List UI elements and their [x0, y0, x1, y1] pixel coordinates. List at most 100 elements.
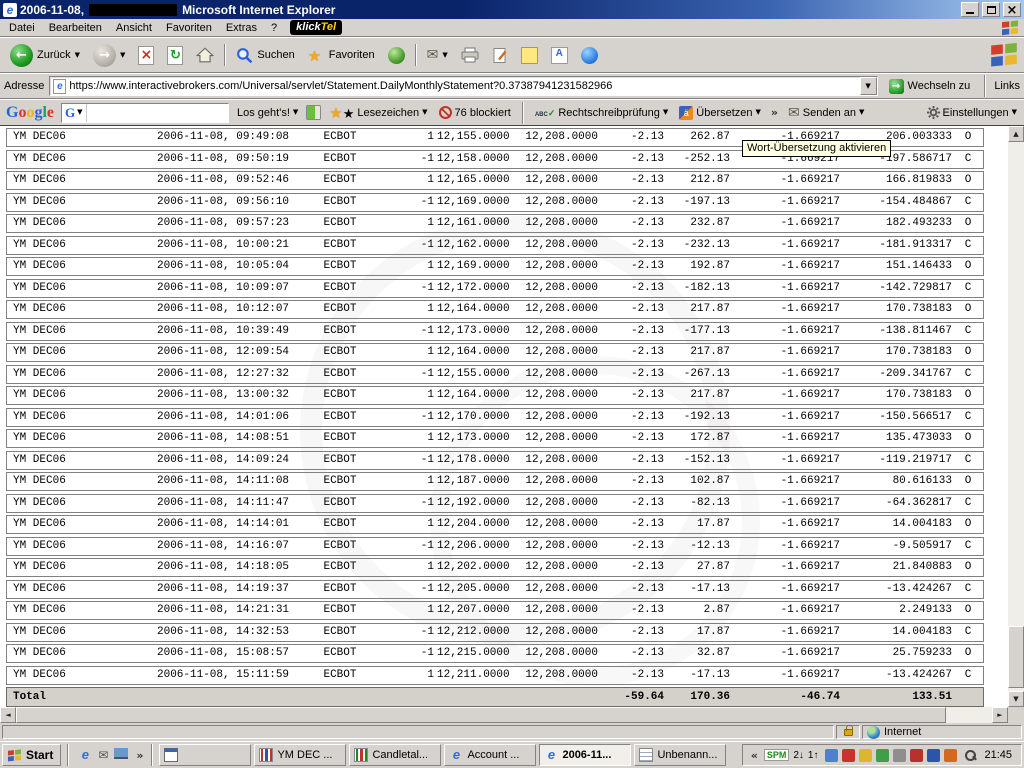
search-button[interactable]: Suchen	[230, 39, 300, 71]
scroll-right-button[interactable]: ►	[992, 707, 1008, 723]
spellcheck-button[interactable]: Rechtschreibprüfung ▼	[532, 105, 671, 121]
trade-row: YM DEC06 2006-11-08, 14:14:01 ECBOT 1 12…	[6, 515, 984, 534]
tray-icon[interactable]	[910, 749, 923, 762]
trade-price: 12,164.0000	[437, 301, 509, 318]
translate-dropdown-icon: ▼	[756, 109, 761, 116]
forward-dropdown-icon[interactable]: ▼	[120, 52, 125, 59]
print-button[interactable]	[455, 39, 485, 71]
quick-launch-overflow-chevron[interactable]: »	[134, 749, 145, 762]
google-search-options-button[interactable]: G▼	[62, 104, 87, 122]
go-button[interactable]: Wechseln zu	[883, 70, 977, 102]
links-label[interactable]: Links	[994, 80, 1020, 92]
system-tray: « SPM 2↓ 1↑ 21:45	[742, 744, 1022, 766]
pagerank-icon[interactable]	[306, 105, 321, 120]
tray-badge[interactable]: SPM	[764, 749, 790, 761]
vertical-scroll-track[interactable]	[1008, 142, 1024, 691]
send-to-button[interactable]: Senden an ▼	[785, 103, 867, 123]
refresh-button[interactable]	[161, 39, 189, 71]
menu-item[interactable]: Datei	[2, 20, 42, 36]
trade-price: 12,165.0000	[437, 172, 509, 189]
vertical-scroll-thumb[interactable]	[1008, 626, 1024, 688]
horizontal-scroll-thumb[interactable]	[16, 707, 946, 723]
back-label: Zurück	[37, 49, 71, 61]
trade-exchange: ECBOT	[309, 344, 371, 361]
window-titlebar[interactable]: 2006-11-08, Microsoft Internet Explorer	[0, 0, 1024, 19]
trade-datetime: 2006-11-08, 14:16:07	[157, 538, 309, 555]
stop-icon	[138, 46, 154, 65]
trade-exchange: ECBOT	[309, 624, 371, 641]
magnifier-tray-icon[interactable]	[964, 749, 977, 762]
google-logo[interactable]: Google	[4, 104, 56, 122]
start-button[interactable]: Start	[2, 744, 61, 766]
google-search-input[interactable]	[87, 105, 228, 121]
settings-button[interactable]: Einstellungen ▼	[924, 104, 1020, 121]
tray-icon[interactable]	[842, 749, 855, 762]
task-button[interactable]: Account ...	[444, 744, 536, 766]
translation-tooltip: Wort-Übersetzung aktivieren	[742, 140, 891, 157]
toolbar-overflow-chevron[interactable]: »	[769, 106, 780, 119]
menu-item[interactable]: Favoriten	[159, 20, 219, 36]
trade-pnl: -192.13	[667, 409, 733, 426]
address-dropdown-button[interactable]: ▼	[860, 77, 877, 95]
google-go-button[interactable]: Los geht's! ▼	[234, 105, 301, 121]
task-button[interactable]: Candletal...	[349, 744, 441, 766]
horizontal-scroll-track[interactable]	[16, 707, 992, 723]
mail-button[interactable]: ▼	[421, 39, 454, 71]
forward-button[interactable]: ▼	[87, 39, 131, 71]
close-button[interactable]	[1003, 2, 1021, 17]
horizontal-scrollbar[interactable]: ◄ ►	[0, 707, 1008, 723]
history-button[interactable]	[382, 39, 411, 71]
translate-button[interactable]: Übersetzen ▼	[676, 104, 764, 122]
task-button[interactable]: YM DEC ...	[254, 744, 346, 766]
trade-code: C	[955, 366, 981, 383]
trade-symbol: YM DEC06	[7, 559, 157, 576]
tray-icon[interactable]	[893, 749, 906, 762]
mail-dropdown-icon[interactable]: ▼	[442, 52, 447, 59]
trade-pnl-base: -64.362817	[843, 495, 955, 512]
task-button[interactable]: Unbenann...	[634, 744, 726, 766]
quick-launch-icon[interactable]	[78, 748, 92, 762]
trade-exchange: ECBOT	[309, 366, 371, 383]
tray-icon[interactable]	[944, 749, 957, 762]
home-button[interactable]	[190, 39, 220, 71]
snippet-button[interactable]	[545, 39, 574, 71]
tray-collapse-chevron[interactable]: «	[749, 749, 760, 762]
scroll-down-button[interactable]: ▼	[1008, 691, 1024, 707]
popup-blocker-button[interactable]: 76 blockiert	[436, 104, 514, 121]
quick-launch-icon[interactable]	[114, 748, 128, 762]
menu-item[interactable]: Extras	[219, 20, 264, 36]
address-input[interactable]	[69, 78, 856, 94]
menu-item[interactable]: Ansicht	[109, 20, 159, 36]
settings-label: Einstellungen	[943, 107, 1009, 119]
maximize-button[interactable]	[982, 2, 1000, 17]
minimize-button[interactable]	[961, 2, 979, 17]
vertical-scrollbar[interactable]: ▲ ▼	[1008, 126, 1024, 707]
tray-icon[interactable]	[876, 749, 889, 762]
google-bookmarks-button[interactable]: ★ Lesezeichen ▼	[326, 102, 430, 124]
tray-icon[interactable]	[825, 749, 838, 762]
menu-item[interactable]: ?	[264, 20, 284, 36]
favorites-button[interactable]: Favoriten	[302, 39, 381, 71]
quick-launch-icon[interactable]	[96, 748, 110, 762]
task-button[interactable]	[159, 744, 251, 766]
trade-code: C	[955, 495, 981, 512]
trade-close-price: 12,208.0000	[509, 301, 601, 318]
tray-icon[interactable]	[927, 749, 940, 762]
trade-symbol: YM DEC06	[7, 538, 157, 555]
trade-commission: -1.669217	[733, 280, 843, 297]
back-button[interactable]: Zurück ▼	[4, 39, 86, 71]
menu-item[interactable]: Bearbeiten	[42, 20, 109, 36]
stop-button[interactable]	[132, 39, 160, 71]
scroll-left-button[interactable]: ◄	[0, 707, 16, 723]
edit-button[interactable]	[486, 39, 514, 71]
trade-row: YM DEC06 2006-11-08, 14:01:06 ECBOT -1 1…	[6, 408, 984, 427]
trade-pnl: 232.87	[667, 215, 733, 232]
tray-icon[interactable]	[859, 749, 872, 762]
task-button-label: Unbenann...	[657, 749, 717, 761]
back-dropdown-icon[interactable]: ▼	[75, 52, 80, 59]
scroll-up-button[interactable]: ▲	[1008, 126, 1024, 142]
google-go-dropdown-icon[interactable]: ▼	[293, 109, 298, 116]
notes-button[interactable]	[515, 39, 544, 71]
task-button[interactable]: 2006-11...	[539, 744, 631, 766]
messenger-button[interactable]	[575, 39, 604, 71]
